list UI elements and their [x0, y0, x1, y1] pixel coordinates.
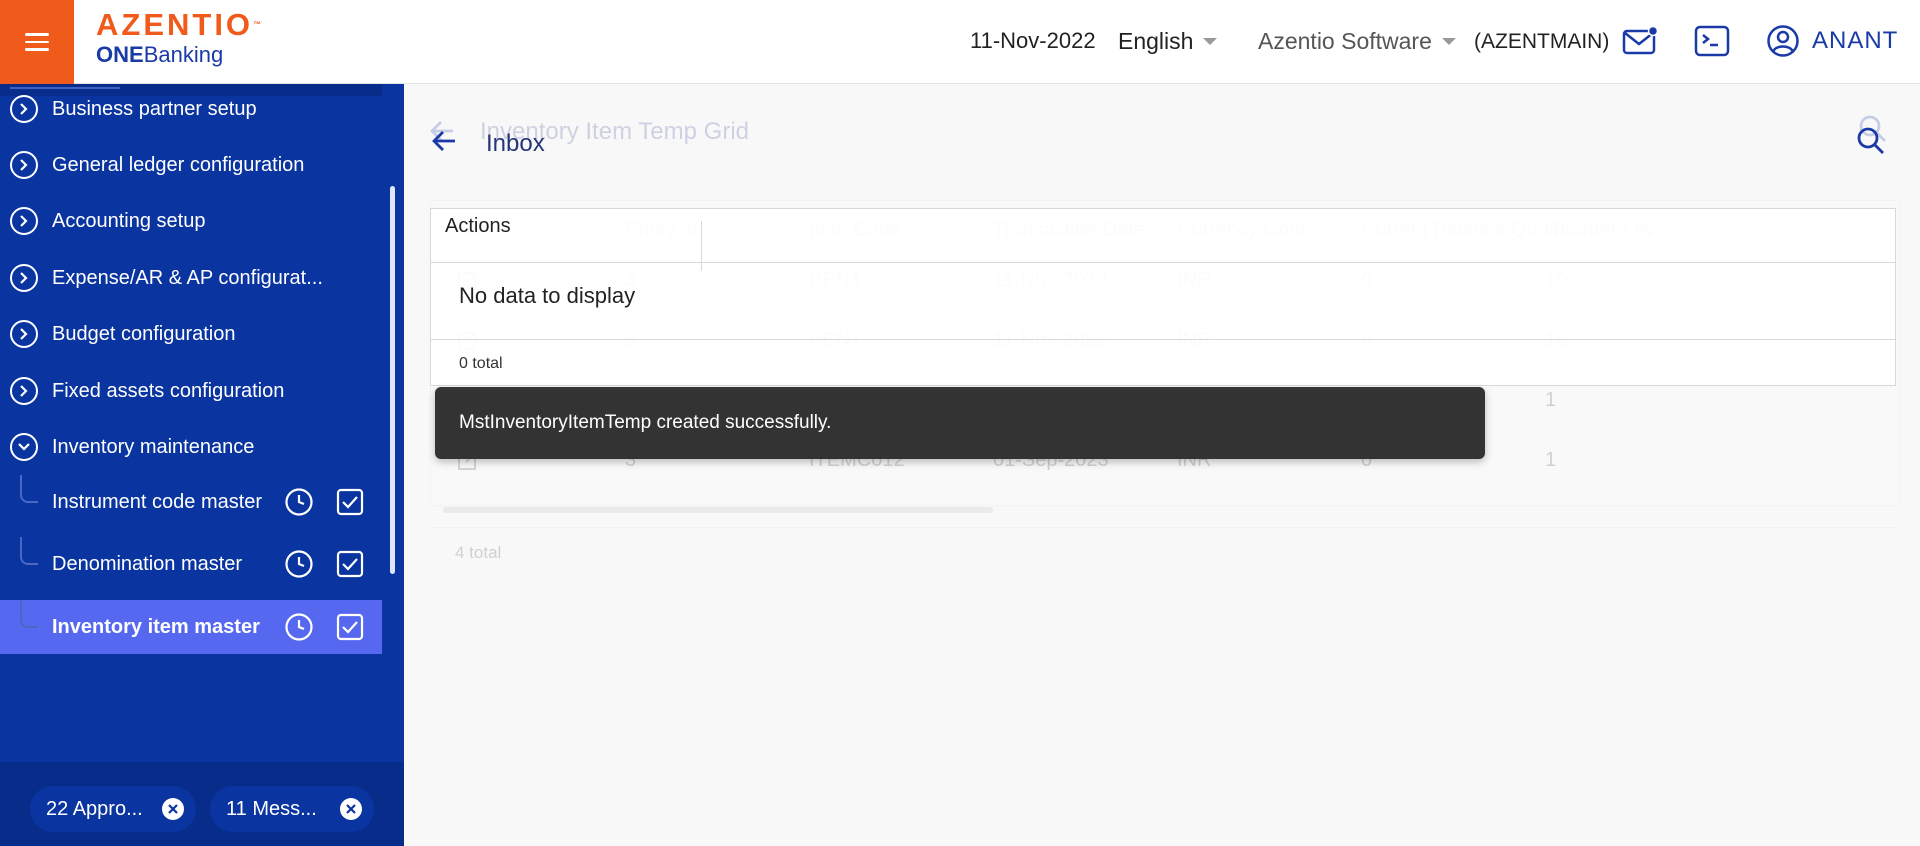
close-icon[interactable] — [162, 798, 184, 820]
toast-message: MstInventoryItemTemp created successfull… — [459, 412, 832, 433]
messages-chip[interactable]: 11 Mess... — [210, 786, 374, 832]
chevron-right-circle-icon — [10, 320, 38, 348]
inbox-grid: Actions No data to display 0 total — [430, 208, 1896, 386]
chevron-down-icon — [1203, 38, 1218, 45]
sidebar-item-label: Business partner setup — [52, 97, 257, 120]
notification-tray: 22 Appro... 11 Mess... — [0, 762, 404, 846]
background-grid-scrollbar — [443, 507, 993, 513]
sidebar-item[interactable]: General ledger configuration — [0, 145, 382, 185]
user-menu[interactable]: ANANT — [1766, 24, 1898, 58]
sidebar-item[interactable]: Inventory maintenance — [0, 427, 382, 467]
tree-connector — [20, 537, 38, 565]
chevron-right-circle-icon — [10, 95, 38, 123]
inbox-empty-message: No data to display — [459, 283, 636, 308]
arrow-left-icon — [432, 131, 455, 151]
menu-icon — [25, 33, 49, 51]
inbox-grid-header: Actions — [431, 209, 1895, 271]
sidebar-sub-item-label: Instrument code master — [52, 490, 263, 513]
sidebar-sub-item[interactable]: Denomination master — [0, 537, 382, 591]
chevron-right-circle-icon — [10, 264, 38, 292]
language-select[interactable]: English — [1118, 28, 1218, 55]
user-name: ANANT — [1812, 27, 1899, 54]
logo-main: AZENTIO — [96, 7, 254, 42]
success-toast[interactable]: MstInventoryItemTemp created successfull… — [435, 387, 1485, 459]
sidebar-item-label: Accounting setup — [52, 209, 206, 232]
approvals-chip[interactable]: 22 Appro... — [30, 786, 196, 832]
sidebar-item-label: Budget configuration — [52, 322, 236, 345]
sidebar-item-label: General ledger configuration — [52, 153, 305, 176]
inbox-column-actions[interactable]: Actions — [445, 215, 511, 238]
sidebar-item[interactable]: Business partner setup — [0, 89, 382, 129]
sidebar-item[interactable]: Budget configuration — [0, 314, 382, 354]
app-logo: AZENTIO™ ONEBanking — [96, 8, 261, 68]
clock-icon[interactable] — [284, 487, 314, 517]
messages-chip-label: 11 Mess... — [226, 797, 317, 820]
menu-button[interactable] — [0, 0, 74, 84]
sidebar-item[interactable]: Fixed assets configuration — [0, 371, 382, 411]
tree-connector — [20, 600, 38, 628]
logo-trademark: ™ — [253, 20, 262, 29]
logo-sub-rest: Banking — [143, 42, 224, 67]
sidebar-item-label: Inventory maintenance — [52, 435, 255, 458]
checkbox-icon[interactable] — [336, 613, 364, 641]
table-cell: 1 — [1545, 389, 1557, 411]
user-circle-icon — [1767, 25, 1799, 57]
table-cell: 1 — [1545, 449, 1557, 471]
main-content: Inventory Item Temp Grid ActionsEntity I… — [404, 84, 1920, 846]
chevron-right-circle-icon — [10, 151, 38, 179]
terminal-icon[interactable] — [1694, 24, 1730, 63]
background-grid-total: 4 total — [455, 543, 502, 562]
chevron-right-circle-icon — [10, 207, 38, 235]
sidebar-item[interactable]: Accounting setup — [0, 201, 382, 241]
company-select[interactable]: Azentio Software — [1258, 28, 1456, 55]
mail-icon[interactable] — [1622, 24, 1659, 63]
clock-icon[interactable] — [284, 549, 314, 579]
header-date: 11-Nov-2022 — [970, 28, 1096, 53]
approvals-chip-label: 22 Appro... — [46, 797, 143, 820]
search-icon[interactable] — [1856, 126, 1886, 161]
sidebar-sub-item-label: Inventory item master — [52, 615, 260, 638]
checkbox-icon[interactable] — [336, 488, 364, 516]
inbox-title: Inbox — [486, 130, 545, 157]
inbox-back-button[interactable] — [430, 128, 458, 159]
company-label: Azentio Software — [1258, 28, 1432, 54]
chevron-right-circle-icon — [10, 377, 38, 405]
sidebar-sub-item[interactable]: Inventory item master — [0, 600, 382, 654]
close-icon[interactable] — [340, 798, 362, 820]
clock-icon[interactable] — [284, 612, 314, 642]
tree-connector — [20, 475, 38, 503]
checkbox-icon[interactable] — [336, 550, 364, 578]
sidebar-item[interactable]: Expense/AR & AP configurat... — [0, 258, 382, 298]
sidebar-sub-item[interactable]: Instrument code master — [0, 475, 382, 529]
sidebar-item-label: Fixed assets configuration — [52, 379, 285, 402]
inbox-total: 0 total — [459, 355, 503, 372]
company-code: (AZENTMAIN) — [1474, 30, 1610, 53]
sidebar-scrollbar[interactable] — [390, 186, 395, 574]
sidebar-item-label: Expense/AR & AP configurat... — [52, 266, 323, 289]
sidebar: Business partner setup General ledger con… — [0, 84, 404, 846]
sidebar-sub-item-label: Denomination master — [52, 552, 243, 575]
logo-sub-bold: ONE — [96, 42, 144, 67]
chevron-down-circle-icon — [10, 433, 38, 461]
language-label: English — [1118, 28, 1194, 54]
chevron-down-icon — [1441, 38, 1456, 45]
app-header: AZENTIO™ ONEBanking 11-Nov-2022 English … — [0, 0, 1920, 84]
